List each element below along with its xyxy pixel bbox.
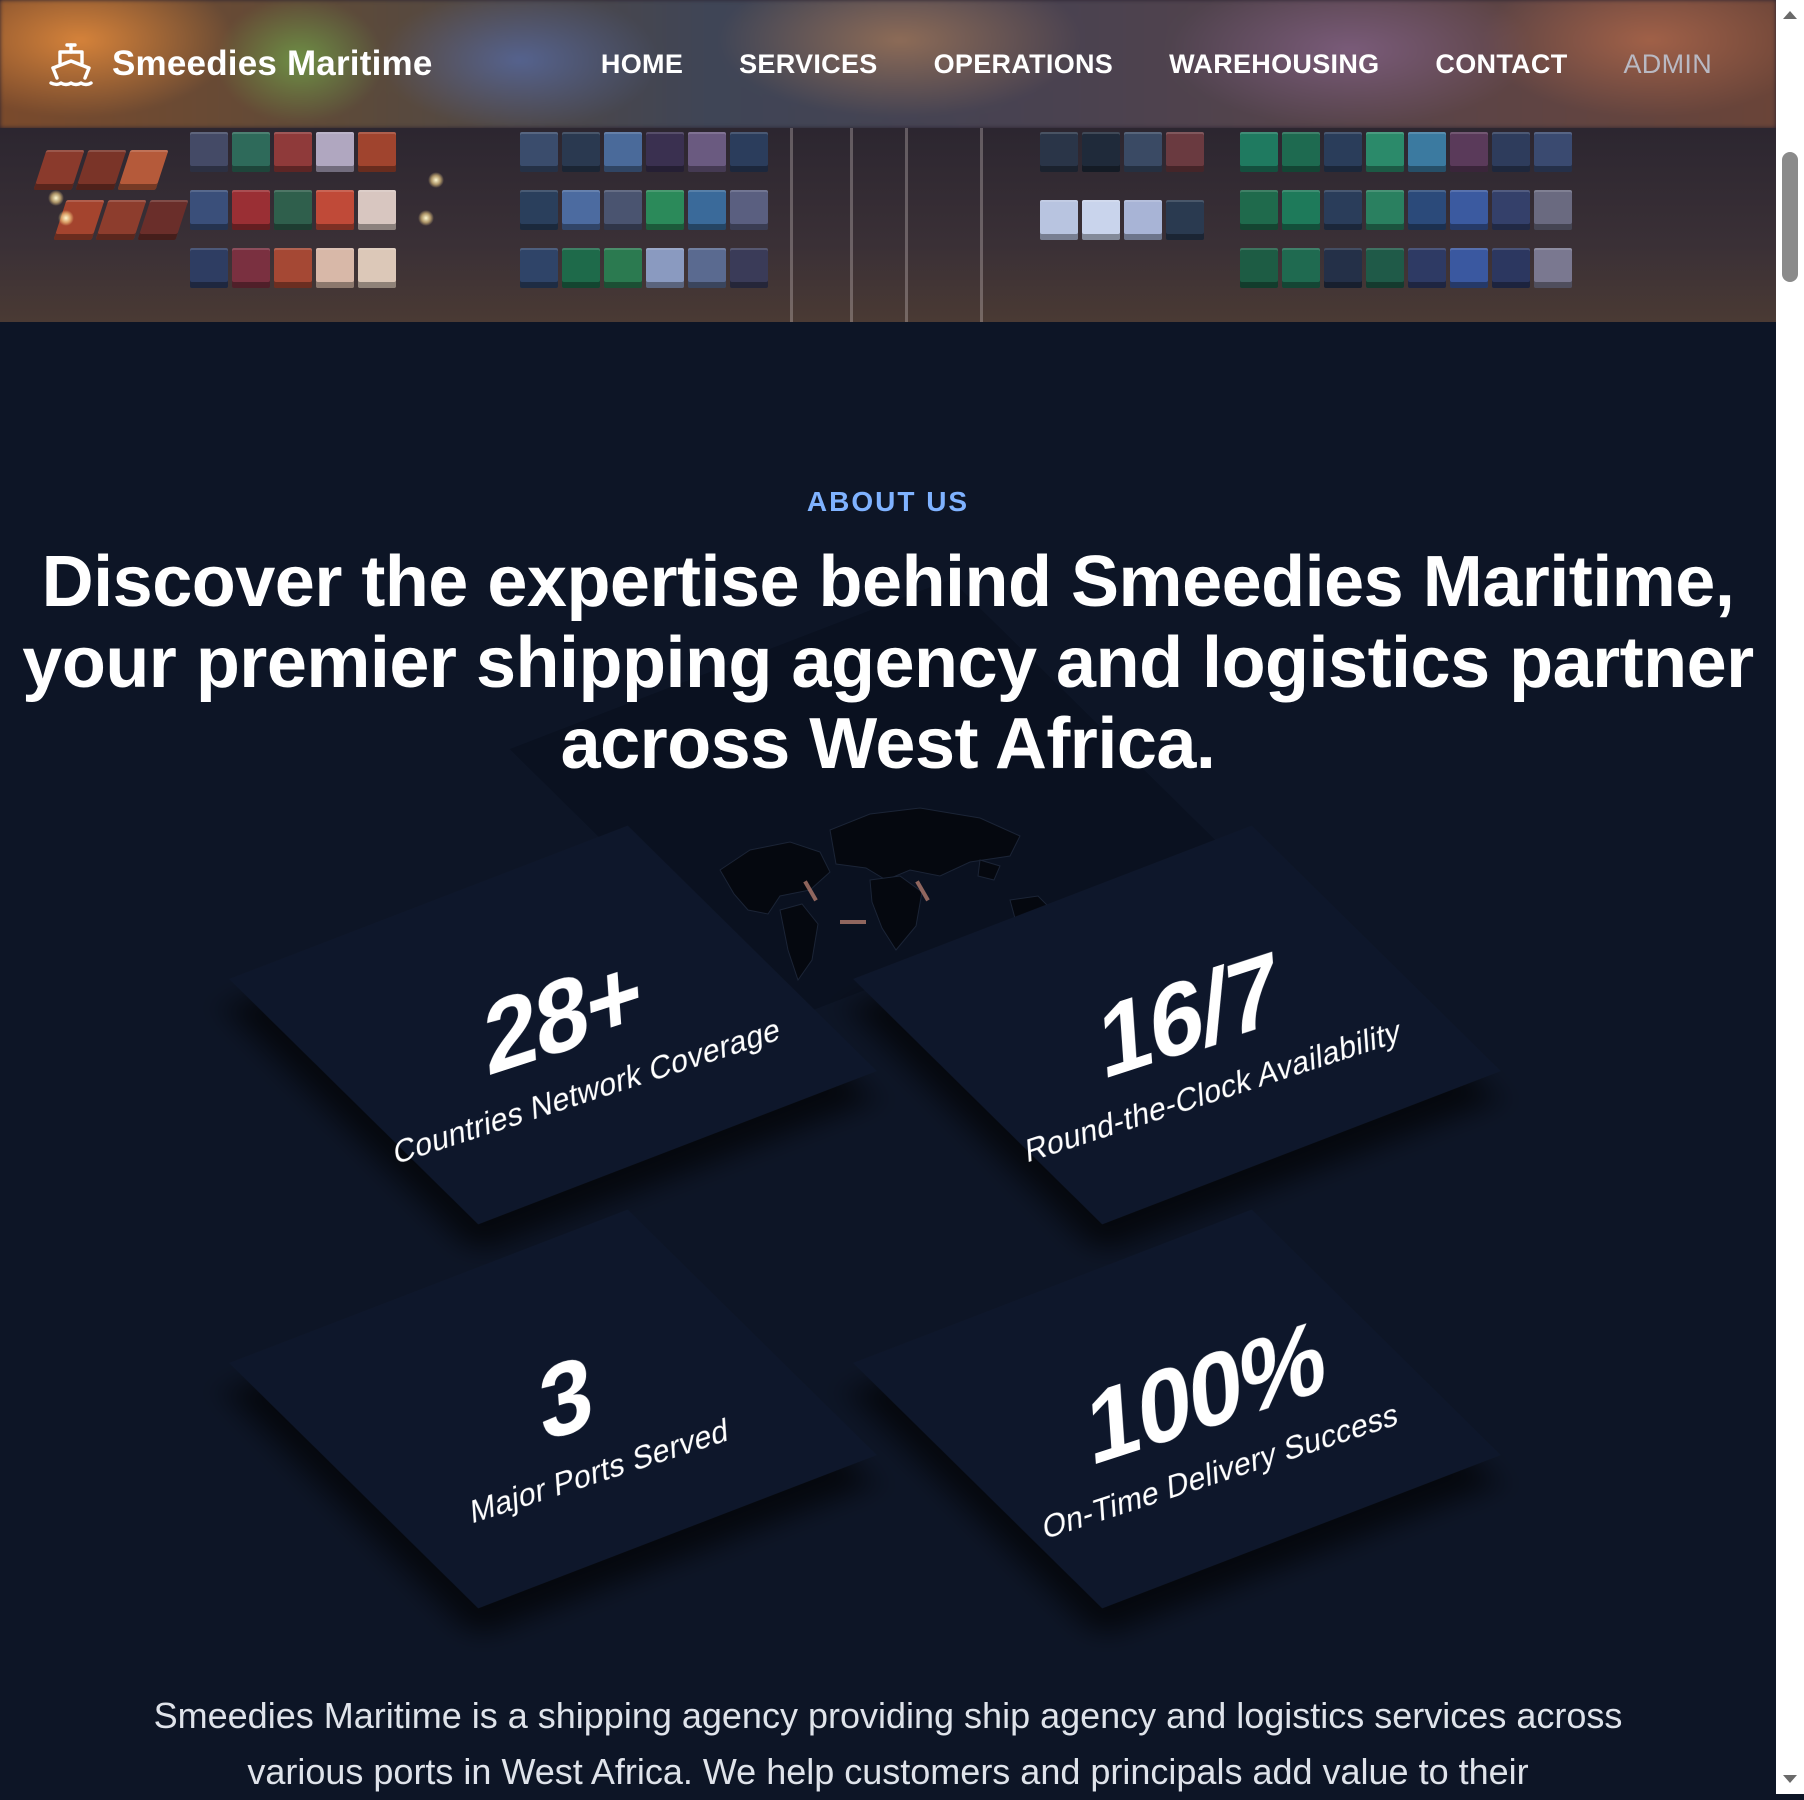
about-heading: Discover the expertise behind Smeedies M… (22, 542, 1754, 784)
nav-services[interactable]: SERVICES (739, 49, 877, 80)
nav-admin[interactable]: ADMIN (1624, 49, 1713, 80)
main-nav: HOME SERVICES OPERATIONS WAREHOUSING CON… (601, 49, 1712, 80)
nav-operations[interactable]: OPERATIONS (934, 49, 1114, 80)
page-scrollbar[interactable] (1776, 0, 1804, 1794)
navbar: Smeedies Maritime HOME SERVICES OPERATIO… (0, 0, 1776, 128)
scroll-thumb[interactable] (1782, 152, 1798, 282)
scroll-up-arrow-icon[interactable] (1783, 11, 1797, 19)
ship-icon (48, 41, 94, 87)
nav-home[interactable]: HOME (601, 49, 683, 80)
nav-contact[interactable]: CONTACT (1435, 49, 1567, 80)
section-eyebrow: ABOUT US (806, 486, 970, 517)
about-body-text: Smeedies Maritime is a shipping agency p… (153, 1695, 1623, 1792)
nav-warehousing[interactable]: WAREHOUSING (1169, 49, 1379, 80)
brand-name: Smeedies Maritime (112, 44, 433, 83)
scroll-down-arrow-icon[interactable] (1783, 1775, 1797, 1783)
brand[interactable]: Smeedies Maritime (48, 41, 433, 87)
